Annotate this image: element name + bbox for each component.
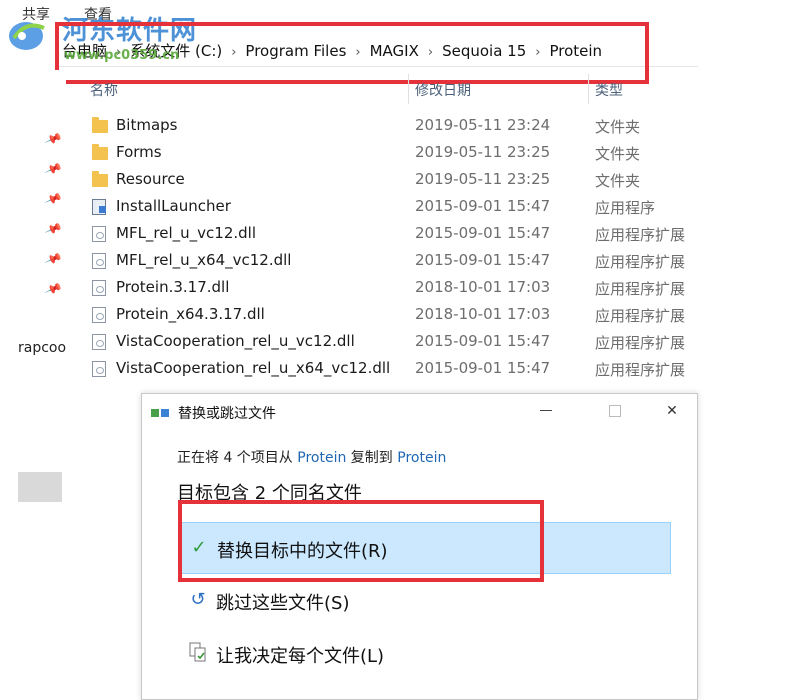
- source-folder-link[interactable]: Protein: [297, 450, 346, 466]
- watermark-logo-icon: [9, 22, 45, 50]
- skip-arrow-icon: ↺: [190, 589, 206, 610]
- dialog-title: 替换或跳过文件: [178, 406, 276, 422]
- decide-each-file-option[interactable]: 让我决定每个文件(L): [179, 628, 671, 680]
- file-name: Bitmaps: [116, 116, 178, 134]
- file-row[interactable]: Protein_x64.3.17.dll 2018-10-01 17:03 应用程序…: [88, 302, 708, 329]
- column-header-date[interactable]: 修改日期: [415, 80, 471, 100]
- file-row[interactable]: VistaCooperation_rel_u_x64_vc12.dll 2015-…: [88, 356, 708, 383]
- application-icon: [92, 199, 106, 215]
- file-type: 应用程序扩展: [595, 361, 686, 379]
- copy-files-icon: [151, 406, 171, 420]
- copy-status-prefix: 正在将 4 个项目从: [177, 450, 298, 466]
- file-type: 应用程序扩展: [595, 307, 686, 325]
- file-modified-date: 2019-05-11 23:25: [415, 143, 551, 161]
- navigation-pane: 📌 📌 📌 📌 📌 📌: [0, 70, 66, 700]
- copy-status-text: 正在将 4 个项目从 Protein 复制到 Protein: [177, 447, 446, 467]
- file-type: 应用程序扩展: [595, 226, 686, 244]
- file-row[interactable]: Protein.3.17.dll 2018-10-01 17:03 应用程序扩展: [88, 275, 708, 302]
- highlight-box-address: [55, 22, 649, 84]
- column-header-name[interactable]: 名称: [90, 80, 118, 100]
- file-row[interactable]: InstallLauncher 2015-09-01 15:47 应用程序: [88, 194, 708, 221]
- file-modified-date: 2015-09-01 15:47: [415, 251, 551, 269]
- pin-icon[interactable]: 📌: [44, 130, 63, 148]
- file-name: Protein.3.17.dll: [116, 278, 230, 296]
- file-modified-date: 2018-10-01 17:03: [415, 305, 551, 323]
- file-name: Protein_x64.3.17.dll: [116, 305, 265, 323]
- file-modified-date: 2015-09-01 15:47: [415, 224, 551, 242]
- skip-option-label: 跳过这些文件(S): [216, 593, 350, 614]
- folder-icon: [92, 144, 108, 160]
- file-modified-date: 2019-05-11 23:24: [415, 116, 551, 134]
- file-type: 应用程序扩展: [595, 280, 686, 298]
- file-row[interactable]: VistaCooperation_rel_u_vc12.dll 2015-09-0…: [88, 329, 708, 356]
- file-modified-date: 2015-09-01 15:47: [415, 197, 551, 215]
- pin-icon[interactable]: 📌: [44, 250, 63, 268]
- file-name: MFL_rel_u_vc12.dll: [116, 224, 257, 242]
- file-modified-date: 2015-09-01 15:47: [415, 359, 551, 377]
- dll-file-icon: [92, 226, 106, 242]
- file-name: Forms: [116, 143, 162, 161]
- file-type: 文件夹: [595, 118, 641, 136]
- file-row[interactable]: Resource 2019-05-11 23:25 文件夹: [88, 167, 708, 194]
- file-row[interactable]: MFL_rel_u_x64_vc12.dll 2015-09-01 15:47 应用…: [88, 248, 708, 275]
- file-type: 文件夹: [595, 172, 641, 190]
- column-divider[interactable]: [588, 74, 589, 104]
- decide-option-label: 让我决定每个文件(L): [216, 646, 385, 667]
- compare-files-icon: [188, 642, 208, 664]
- file-name: Resource: [116, 170, 185, 188]
- folder-icon: [92, 171, 108, 187]
- dll-file-icon: [92, 280, 106, 296]
- column-divider[interactable]: [408, 74, 409, 104]
- dll-file-icon: [92, 253, 106, 269]
- file-row[interactable]: Forms 2019-05-11 23:25 文件夹: [88, 140, 708, 167]
- skip-files-option[interactable]: ↺ 跳过这些文件(S): [179, 575, 671, 627]
- dll-file-icon: [92, 361, 106, 377]
- column-header-type[interactable]: 类型: [595, 80, 623, 100]
- close-icon[interactable]: ✕: [657, 400, 687, 422]
- copy-status-mid: 复制到: [346, 450, 398, 466]
- file-name: MFL_rel_u_x64_vc12.dll: [116, 251, 292, 269]
- dll-file-icon: [92, 307, 106, 323]
- pin-icon[interactable]: 📌: [44, 280, 63, 298]
- pin-icon[interactable]: 📌: [44, 160, 63, 178]
- pin-icon[interactable]: 📌: [44, 190, 63, 208]
- file-modified-date: 2018-10-01 17:03: [415, 278, 551, 296]
- maximize-button: [599, 400, 629, 422]
- file-name: InstallLauncher: [116, 197, 231, 215]
- file-row[interactable]: MFL_rel_u_vc12.dll 2015-09-01 15:47 应用程序扩展: [88, 221, 708, 248]
- file-name: VistaCooperation_rel_u_vc12.dll: [116, 332, 355, 350]
- pin-icon[interactable]: 📌: [44, 220, 63, 238]
- file-type: 应用程序扩展: [595, 334, 686, 352]
- destination-folder-link[interactable]: Protein: [397, 450, 446, 466]
- file-type: 应用程序: [595, 199, 656, 217]
- file-row[interactable]: Bitmaps 2019-05-11 23:24 文件夹: [88, 113, 708, 140]
- file-modified-date: 2019-05-11 23:25: [415, 170, 551, 188]
- dll-file-icon: [92, 334, 106, 350]
- minimize-button[interactable]: [531, 400, 561, 422]
- nav-item-selected[interactable]: [18, 472, 62, 502]
- nav-item-label[interactable]: rapcoo: [18, 340, 66, 356]
- highlight-box-replace: [178, 500, 544, 582]
- file-type: 应用程序扩展: [595, 253, 686, 271]
- file-type: 文件夹: [595, 145, 641, 163]
- file-modified-date: 2015-09-01 15:47: [415, 332, 551, 350]
- file-name: VistaCooperation_rel_u_x64_vc12.dll: [116, 359, 391, 377]
- folder-icon: [92, 117, 108, 133]
